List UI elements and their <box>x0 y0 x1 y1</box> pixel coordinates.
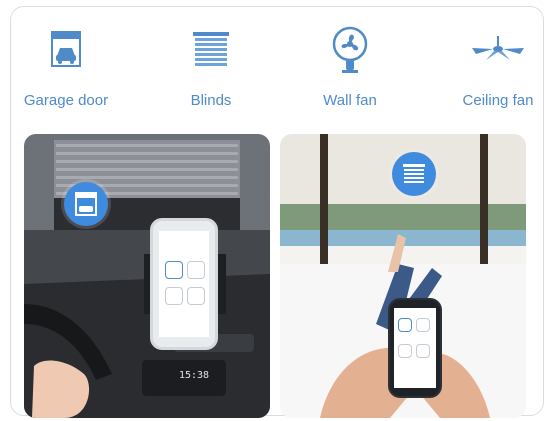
phone-device <box>388 298 442 398</box>
car-radio-clock: 15:38 <box>178 370 210 381</box>
device-garage-door[interactable]: Garage door <box>6 14 126 114</box>
phone-screen <box>394 308 436 388</box>
device-icon-row: Garage door Blinds Wall fan Ceiling fan <box>0 0 548 120</box>
device-label: Ceiling fan <box>462 92 534 109</box>
device-label: Garage door <box>23 92 109 109</box>
app-tile <box>165 261 183 279</box>
app-tile <box>187 287 205 305</box>
ceiling-fan-icon <box>472 36 524 60</box>
blinds-badge <box>392 152 436 196</box>
bedroom-scene-photo <box>280 134 526 418</box>
app-tile <box>416 318 430 332</box>
device-label: Blinds <box>190 92 232 109</box>
wall-fan-icon <box>332 26 368 73</box>
device-blinds[interactable]: Blinds <box>151 14 271 114</box>
app-tile <box>187 261 205 279</box>
device-ceiling-fan[interactable]: Ceiling fan <box>438 14 548 114</box>
app-tile <box>398 344 412 358</box>
device-label: Wall fan <box>323 92 377 109</box>
phone-device <box>150 218 218 350</box>
garage-door-icon <box>75 192 97 216</box>
blinds-icon <box>193 32 229 66</box>
app-tile <box>398 318 412 332</box>
garage-badge <box>64 182 108 226</box>
app-tile <box>416 344 430 358</box>
app-tile <box>165 287 183 305</box>
garage-door-icon <box>51 31 81 67</box>
car-scene-illustration <box>24 134 270 418</box>
car-scene-photo: 15:38 <box>24 134 270 418</box>
device-wall-fan[interactable]: Wall fan <box>290 14 410 114</box>
phone-screen <box>159 231 209 337</box>
blinds-icon <box>403 164 425 183</box>
